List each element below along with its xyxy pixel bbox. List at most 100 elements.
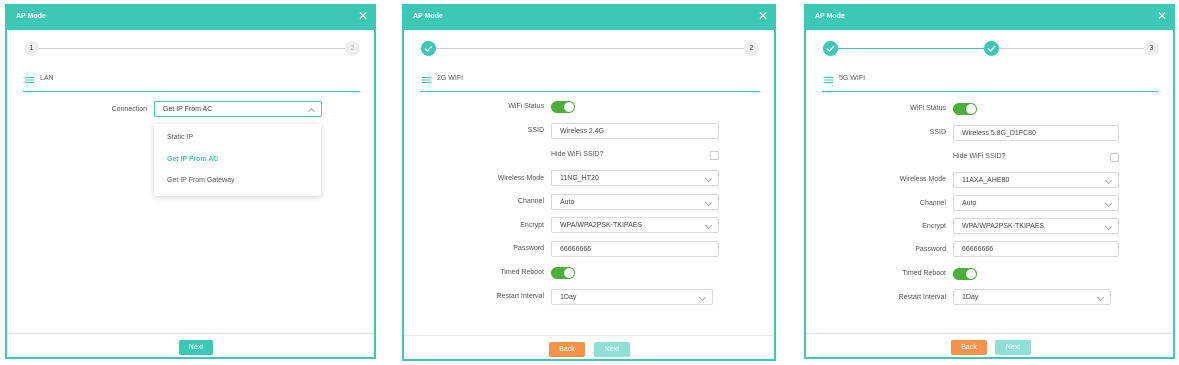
chevron-down-icon [698, 293, 707, 302]
dialog-titlebar: AP Mode ✕ [7, 6, 374, 30]
step-2-indicator: 2 [345, 41, 360, 56]
ssid-value: Wireless 2.4G [560, 128, 604, 135]
password-value: 66666666 [560, 246, 592, 253]
settings-sliders-icon [824, 77, 833, 83]
dialog-titlebar: AP Mode ✕ [806, 6, 1173, 30]
option-get-ip-from-gateway[interactable]: Get IP From Gateway [167, 177, 235, 184]
encrypt-label: Encrypt [922, 223, 946, 230]
back-button[interactable]: Back [549, 342, 585, 357]
wifi-status-toggle[interactable] [551, 101, 575, 113]
wireless-mode-value: 11AXA_AHE80 [962, 177, 1010, 184]
section-header-5g-wifi: 5G WIFI [822, 72, 1159, 92]
restart-interval-value: 1Day [560, 294, 577, 301]
timed-reboot-label: Timed Reboot [902, 270, 946, 277]
hide-ssid-label: Hide WiFi SSID? [551, 151, 604, 158]
wireless-mode-value: 11NG_HT20 [560, 175, 599, 182]
dialog-title: AP Mode [16, 13, 46, 20]
restart-interval-select[interactable]: 1Day [551, 289, 713, 305]
step-1-indicator: 1 [24, 41, 39, 56]
channel-value: Auto [962, 200, 977, 207]
step-progress-line [991, 48, 1146, 49]
step-progress-line [37, 48, 347, 49]
check-icon [826, 45, 835, 52]
channel-select[interactable]: Auto [551, 194, 719, 210]
wireless-mode-label: Wireless Mode [497, 175, 544, 182]
step-progress-line-complete [836, 48, 991, 49]
dialog-title: AP Mode [815, 13, 845, 20]
settings-sliders-icon [422, 77, 431, 83]
dialog-footer: Back Next [404, 335, 774, 359]
restart-interval-select[interactable]: 1Day [953, 289, 1111, 305]
ssid-input[interactable]: Wireless 2.4G [551, 123, 719, 139]
dialog-footer: Next [7, 333, 374, 357]
check-icon [424, 45, 433, 52]
section-title: 5G WIFI [839, 75, 866, 82]
connection-label: Connection [111, 106, 147, 113]
connection-select[interactable]: Get IP From AC [154, 101, 322, 117]
hide-ssid-checkbox[interactable] [1110, 153, 1119, 162]
chevron-down-icon [704, 221, 713, 230]
step-2-indicator: 2 [744, 41, 759, 56]
restart-interval-value: 1Day [962, 294, 979, 301]
password-input[interactable]: 66666666 [551, 241, 719, 257]
wifi-status-label: WiFi Status [508, 103, 544, 110]
close-icon[interactable]: ✕ [758, 10, 768, 22]
wireless-mode-select[interactable]: 11AXA_AHE80 [953, 172, 1119, 188]
section-header-2g-wifi: 2G WIFI [420, 72, 760, 92]
password-input[interactable]: 66666666 [953, 241, 1119, 257]
chevron-down-icon [704, 198, 713, 207]
chevron-down-icon [1104, 222, 1113, 231]
restart-interval-label: Restart Interval [898, 294, 946, 301]
option-get-ip-from-ac[interactable]: Get IP From AC [167, 156, 218, 163]
section-title: LAN [40, 75, 54, 82]
encrypt-value: WPA/WPA2PSK-TKIPAES [560, 222, 643, 229]
timed-reboot-toggle[interactable] [953, 268, 977, 280]
dialog-title: AP Mode [413, 13, 443, 20]
channel-value: Auto [560, 199, 575, 206]
close-icon[interactable]: ✕ [1157, 10, 1167, 22]
hide-ssid-label: Hide WiFi SSID? [953, 153, 1006, 160]
wireless-mode-label: Wireless Mode [899, 176, 946, 183]
channel-label: Channel [517, 198, 544, 205]
option-static-ip[interactable]: Static IP [167, 134, 193, 141]
encrypt-select[interactable]: WPA/WPA2PSK-TKIPAES [551, 217, 719, 233]
ssid-input[interactable]: Wireless 5.8G_D1FC80 [953, 125, 1119, 141]
settings-sliders-icon [25, 77, 34, 83]
password-label: Password [513, 245, 544, 252]
password-label: Password [915, 246, 946, 253]
ap-mode-dialog-5g-wifi: AP Mode ✕ 3 5G WIFI WiFi Status SSID Wir… [804, 4, 1175, 359]
encrypt-value: WPA/WPA2PSK-TKIPAES [962, 223, 1045, 230]
wifi-status-label: WiFi Status [910, 105, 946, 112]
chevron-down-icon [704, 174, 713, 183]
hide-ssid-checkbox[interactable] [710, 151, 719, 160]
step-1-complete [823, 41, 838, 56]
close-icon[interactable]: ✕ [358, 10, 368, 22]
section-header-lan: LAN [23, 72, 360, 92]
connection-dropdown-menu: Static IP Get IP From AC Get IP From Gat… [154, 124, 321, 196]
encrypt-select[interactable]: WPA/WPA2PSK-TKIPAES [953, 218, 1119, 234]
password-value: 66666666 [962, 246, 994, 253]
step-3-indicator: 3 [1144, 41, 1159, 56]
step-1-complete [421, 41, 436, 56]
timed-reboot-label: Timed Reboot [500, 269, 544, 276]
section-title: 2G WIFI [437, 75, 464, 82]
step-2-complete [984, 41, 999, 56]
next-button[interactable]: Next [179, 340, 213, 355]
ssid-label: SSID [527, 127, 544, 134]
channel-select[interactable]: Auto [953, 195, 1119, 211]
step-progress-line [436, 48, 746, 49]
dialog-footer: Back Next [806, 333, 1173, 357]
ap-mode-dialog-lan: AP Mode ✕ 1 2 LAN Connection Get IP From… [5, 4, 376, 359]
ap-mode-dialog-2g-wifi: AP Mode ✕ 2 2G WIFI WiFi Status SSID Wir… [402, 4, 776, 361]
back-button[interactable]: Back [951, 340, 987, 355]
next-button[interactable]: Next [995, 340, 1031, 355]
wifi-status-toggle[interactable] [953, 103, 977, 115]
next-button[interactable]: Next [594, 342, 630, 357]
chevron-down-icon [1096, 293, 1105, 302]
chevron-down-icon [1104, 176, 1113, 185]
connection-select-value: Get IP From AC [163, 106, 213, 113]
wireless-mode-select[interactable]: 11NG_HT20 [551, 170, 719, 186]
chevron-up-icon [307, 107, 316, 116]
ssid-value: Wireless 5.8G_D1FC80 [962, 130, 1036, 137]
timed-reboot-toggle[interactable] [551, 267, 575, 279]
